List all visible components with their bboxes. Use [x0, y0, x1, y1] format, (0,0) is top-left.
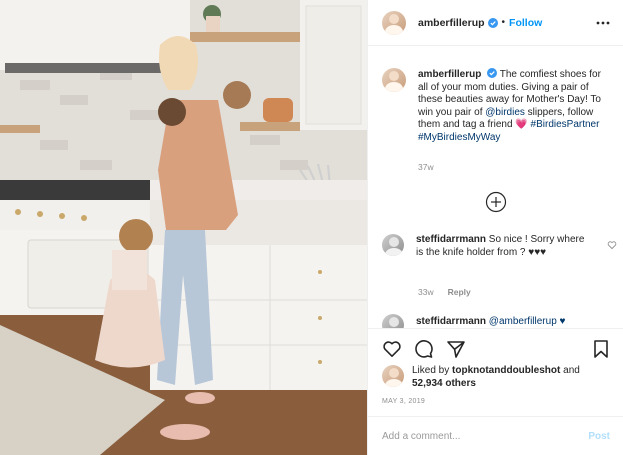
comment-item: steffidarrmann So nice ! Sorry where is … — [382, 234, 618, 260]
verified-badge-icon — [487, 17, 498, 28]
comment-body: @amberfillerup ♥ — [488, 316, 566, 327]
more-options-icon[interactable] — [596, 16, 610, 30]
heart-icon[interactable] — [382, 339, 402, 359]
reply-button[interactable]: Reply — [448, 287, 471, 297]
send-icon[interactable] — [446, 339, 466, 359]
caption-text: amberfillerup The comfiest shoes for all… — [418, 68, 612, 145]
comment-meta: 33w Reply — [418, 287, 471, 297]
likes-text: Liked by topknotanddoubleshot and 52,934 … — [412, 365, 580, 390]
comment-icon[interactable] — [414, 339, 434, 359]
post-details-panel: amberfillerup • Follow amberfillerup The… — [367, 0, 623, 455]
likes-prefix: Liked by — [412, 365, 453, 376]
instagram-post: amberfillerup • Follow amberfillerup The… — [0, 0, 623, 455]
likes-summary: Liked by topknotanddoubleshot and 52,934 … — [382, 365, 612, 390]
hashtag-link[interactable]: #MyBirdiesMyWay — [418, 132, 500, 143]
caption-username[interactable]: amberfillerup — [418, 69, 481, 80]
author-username[interactable]: amberfillerup — [418, 17, 485, 29]
bookmark-icon[interactable] — [592, 339, 610, 359]
post-header: amberfillerup • Follow — [368, 0, 623, 46]
comment-input[interactable] — [382, 430, 589, 442]
post-date[interactable]: MAY 3, 2019 — [382, 398, 425, 405]
header-separator: • — [501, 17, 506, 28]
commenter-avatar[interactable] — [382, 314, 404, 328]
pink-heart-emoji: 💗 — [515, 119, 528, 131]
author-avatar[interactable] — [382, 10, 406, 35]
comment-timestamp[interactable]: 33w — [418, 287, 434, 297]
verified-badge-icon — [487, 68, 498, 78]
post-comment-button[interactable]: Post — [588, 431, 610, 442]
action-icons — [382, 339, 466, 359]
post-caption: amberfillerup The comfiest shoes for all… — [382, 68, 612, 145]
post-photo[interactable] — [0, 0, 367, 455]
follow-button[interactable]: Follow — [509, 17, 542, 29]
add-comment-bar: Post — [368, 416, 623, 455]
caption-avatar[interactable] — [382, 68, 406, 92]
caption-timestamp[interactable]: 37w — [418, 162, 434, 172]
commenter-avatar[interactable] — [382, 234, 404, 256]
liker-avatar[interactable] — [382, 365, 404, 387]
hashtag-link[interactable]: #BirdiesPartner — [531, 119, 600, 130]
comment-username[interactable]: steffidarrmann — [416, 316, 486, 327]
comment-username[interactable]: steffidarrmann — [416, 234, 486, 245]
likes-middle: and — [560, 365, 580, 376]
likes-count[interactable]: 52,934 others — [412, 378, 476, 389]
comment-text: steffidarrmann @amberfillerup ♥ — [416, 316, 594, 328]
plus-circle-icon[interactable] — [485, 191, 507, 213]
comment-item: steffidarrmann @amberfillerup ♥ — [382, 314, 618, 328]
kitchen-photo-illustration — [0, 0, 367, 455]
comment-text: steffidarrmann So nice ! Sorry where is … — [416, 234, 594, 260]
mention-link[interactable]: @birdies — [485, 107, 525, 118]
liker-username[interactable]: topknotanddoubleshot — [452, 365, 560, 376]
small-heart-icon[interactable] — [607, 240, 617, 250]
